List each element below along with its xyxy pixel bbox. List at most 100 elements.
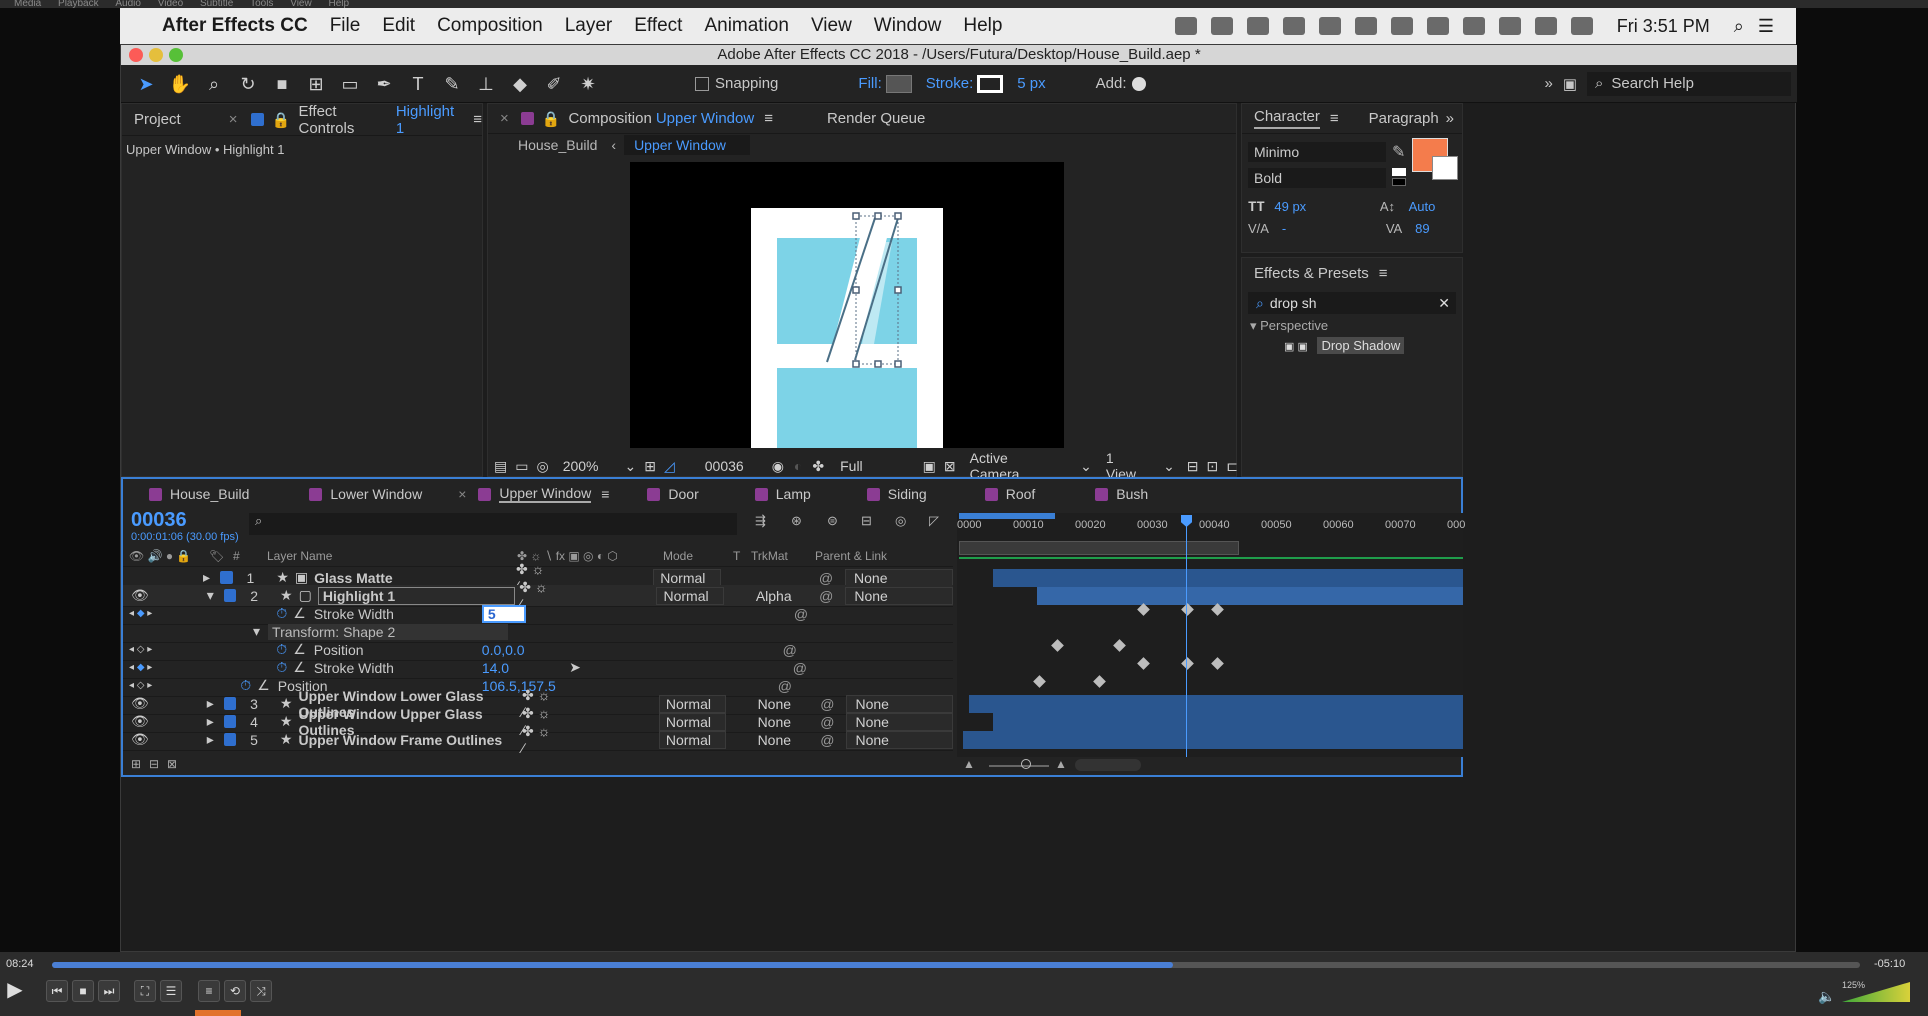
- keyframe[interactable]: [1137, 657, 1150, 670]
- layer-label-swatch[interactable]: [223, 715, 237, 728]
- tab-house-build[interactable]: House_Build: [170, 486, 249, 502]
- pickwhip-icon[interactable]: @: [820, 714, 834, 730]
- effects-category[interactable]: ▾ Perspective: [1250, 318, 1454, 334]
- work-area-bar[interactable]: [959, 513, 1055, 519]
- menu-effect[interactable]: Effect: [634, 15, 682, 37]
- next-icon[interactable]: ⏭: [98, 980, 120, 1002]
- close-tab-icon[interactable]: ×: [500, 110, 509, 127]
- tab-paragraph[interactable]: Paragraph: [1369, 110, 1439, 127]
- panel-menu-icon[interactable]: ≡: [764, 110, 773, 127]
- mode-dropdown[interactable]: Normal: [656, 586, 724, 605]
- layer-name[interactable]: Highlight 1: [317, 586, 516, 605]
- stopwatch-icon[interactable]: ⏱: [276, 659, 287, 676]
- property-value[interactable]: 14.0: [482, 660, 509, 676]
- zoom-out-icon[interactable]: ▲: [963, 757, 975, 771]
- viewer-timecode[interactable]: 00036: [705, 458, 744, 474]
- stroke-width-input[interactable]: 5: [481, 604, 526, 623]
- fill-swatch[interactable]: [885, 74, 912, 93]
- hand-tool-icon[interactable]: ✋: [168, 73, 192, 95]
- spotlight-icon[interactable]: ⌕: [1734, 16, 1744, 37]
- panel-menu-icon[interactable]: ≡: [473, 111, 482, 128]
- strip-item[interactable]: Help: [329, 0, 350, 8]
- shuffle-icon[interactable]: ⤨: [250, 980, 272, 1002]
- layer-bar[interactable]: [993, 569, 1463, 587]
- effects-search-field[interactable]: ⌕ drop sh ✕: [1248, 292, 1456, 314]
- parent-dropdown[interactable]: None: [846, 712, 953, 731]
- tab-upper-window[interactable]: Upper Window: [499, 485, 592, 503]
- zoom-slider[interactable]: [989, 765, 1049, 767]
- layer-bar[interactable]: [993, 713, 1463, 731]
- current-time[interactable]: 00036: [131, 509, 187, 532]
- toggle-pixel-aspect-icon[interactable]: ⊟: [1187, 458, 1199, 475]
- dropbox-icon[interactable]: [1174, 17, 1197, 35]
- search-help-field[interactable]: ⌕ Search Help: [1587, 71, 1791, 96]
- tab-door[interactable]: Door: [668, 486, 698, 502]
- eyedropper-icon[interactable]: ✎: [1392, 142, 1405, 162]
- play-icon[interactable]: ▶: [4, 980, 26, 1002]
- font-size-value[interactable]: 49 px: [1274, 199, 1306, 214]
- keyframe[interactable]: [1137, 603, 1150, 616]
- graph-icon[interactable]: ∠: [257, 677, 270, 694]
- volume-icon[interactable]: 🔈: [1818, 988, 1835, 1005]
- wifi-icon[interactable]: [1534, 17, 1557, 35]
- keyframe-nav-icon[interactable]: ◂ ◆ ▸: [129, 608, 152, 619]
- always-preview-icon[interactable]: ▤: [494, 458, 507, 475]
- strip-item[interactable]: Subtitle: [200, 0, 233, 8]
- pickwhip-icon[interactable]: @: [819, 570, 833, 586]
- brush-tool-icon[interactable]: ✎: [440, 73, 464, 95]
- kerning-value[interactable]: -: [1282, 221, 1286, 236]
- camera-tool-icon[interactable]: ■: [270, 73, 294, 95]
- mask-visibility-icon[interactable]: ◎: [536, 458, 548, 475]
- expand-arrow-icon[interactable]: ▸: [207, 713, 214, 730]
- expand-icon[interactable]: »: [1544, 75, 1552, 92]
- keyframe[interactable]: [1181, 603, 1194, 616]
- menu-edit[interactable]: Edit: [382, 15, 415, 37]
- stroke-width-field[interactable]: 5 px: [1017, 75, 1045, 92]
- tab-composition-prefix[interactable]: Composition: [568, 110, 651, 127]
- fast-previews-icon[interactable]: ⊡: [1207, 458, 1219, 475]
- expand-arrow-icon[interactable]: ▸: [203, 569, 210, 586]
- layer-row[interactable]: 👁 ▸ 5 ★ Upper Window Frame Outlines ✤ ☼ …: [123, 723, 953, 756]
- eye-icon[interactable]: 👁: [131, 713, 149, 730]
- expand-arrow-icon[interactable]: ▸: [207, 695, 214, 712]
- snapshot-icon[interactable]: ◉: [772, 458, 784, 475]
- stroke-label[interactable]: Stroke:: [926, 75, 974, 92]
- graph-editor-icon[interactable]: ◸: [929, 513, 939, 529]
- keyframe-nav-icon[interactable]: ◂ ◇ ▸: [129, 644, 152, 655]
- tab-project[interactable]: Project: [134, 111, 181, 128]
- mode-dropdown[interactable]: Normal: [658, 730, 726, 749]
- layer-bar[interactable]: [1037, 587, 1463, 605]
- display-icon[interactable]: [1282, 17, 1305, 35]
- grid-icon[interactable]: ⊞: [644, 458, 656, 475]
- expand-icon[interactable]: »: [1446, 110, 1454, 127]
- airplay-icon[interactable]: [1426, 17, 1449, 35]
- stopwatch-icon[interactable]: ⏱: [240, 677, 251, 694]
- panel-menu-icon[interactable]: ≡: [1330, 110, 1339, 127]
- stroke-color-swatch[interactable]: [1432, 156, 1458, 180]
- layer-name[interactable]: Upper Window Frame Outlines: [298, 732, 518, 748]
- eye-icon[interactable]: 👁: [131, 731, 149, 748]
- timeline-scrollbar[interactable]: [1075, 759, 1141, 771]
- trkmat-dropdown[interactable]: None: [752, 731, 817, 749]
- property-value[interactable]: 0.0,0.0: [482, 642, 525, 658]
- hide-shy-layers-icon[interactable]: ⊜: [827, 513, 838, 529]
- strip-item[interactable]: Video: [158, 0, 183, 8]
- expand-arrow-icon[interactable]: ▸: [207, 731, 214, 748]
- tab-character[interactable]: Character: [1254, 108, 1320, 129]
- lock-icon[interactable]: 🔒: [542, 110, 561, 128]
- menu-help[interactable]: Help: [963, 15, 1002, 37]
- strip-item[interactable]: Tools: [250, 0, 273, 8]
- puppet-pin-tool-icon[interactable]: ✷: [576, 73, 600, 95]
- close-tab-icon[interactable]: ×: [458, 486, 466, 502]
- panel-menu-icon[interactable]: ≡: [601, 486, 609, 502]
- minimize-window-icon[interactable]: [149, 48, 163, 62]
- panel-menu-icon[interactable]: ≡: [1379, 265, 1388, 282]
- zoom-tool-icon[interactable]: ⌕: [202, 73, 226, 95]
- close-tab-icon[interactable]: ×: [229, 111, 238, 128]
- keyframe[interactable]: [1051, 639, 1064, 652]
- pickwhip-icon[interactable]: @: [820, 696, 834, 712]
- breadcrumb-parent[interactable]: House_Build: [518, 137, 597, 153]
- parent-dropdown[interactable]: None: [845, 586, 953, 605]
- white-swatch[interactable]: [1392, 168, 1406, 176]
- clock[interactable]: Fri 3:51 PM: [1617, 16, 1710, 37]
